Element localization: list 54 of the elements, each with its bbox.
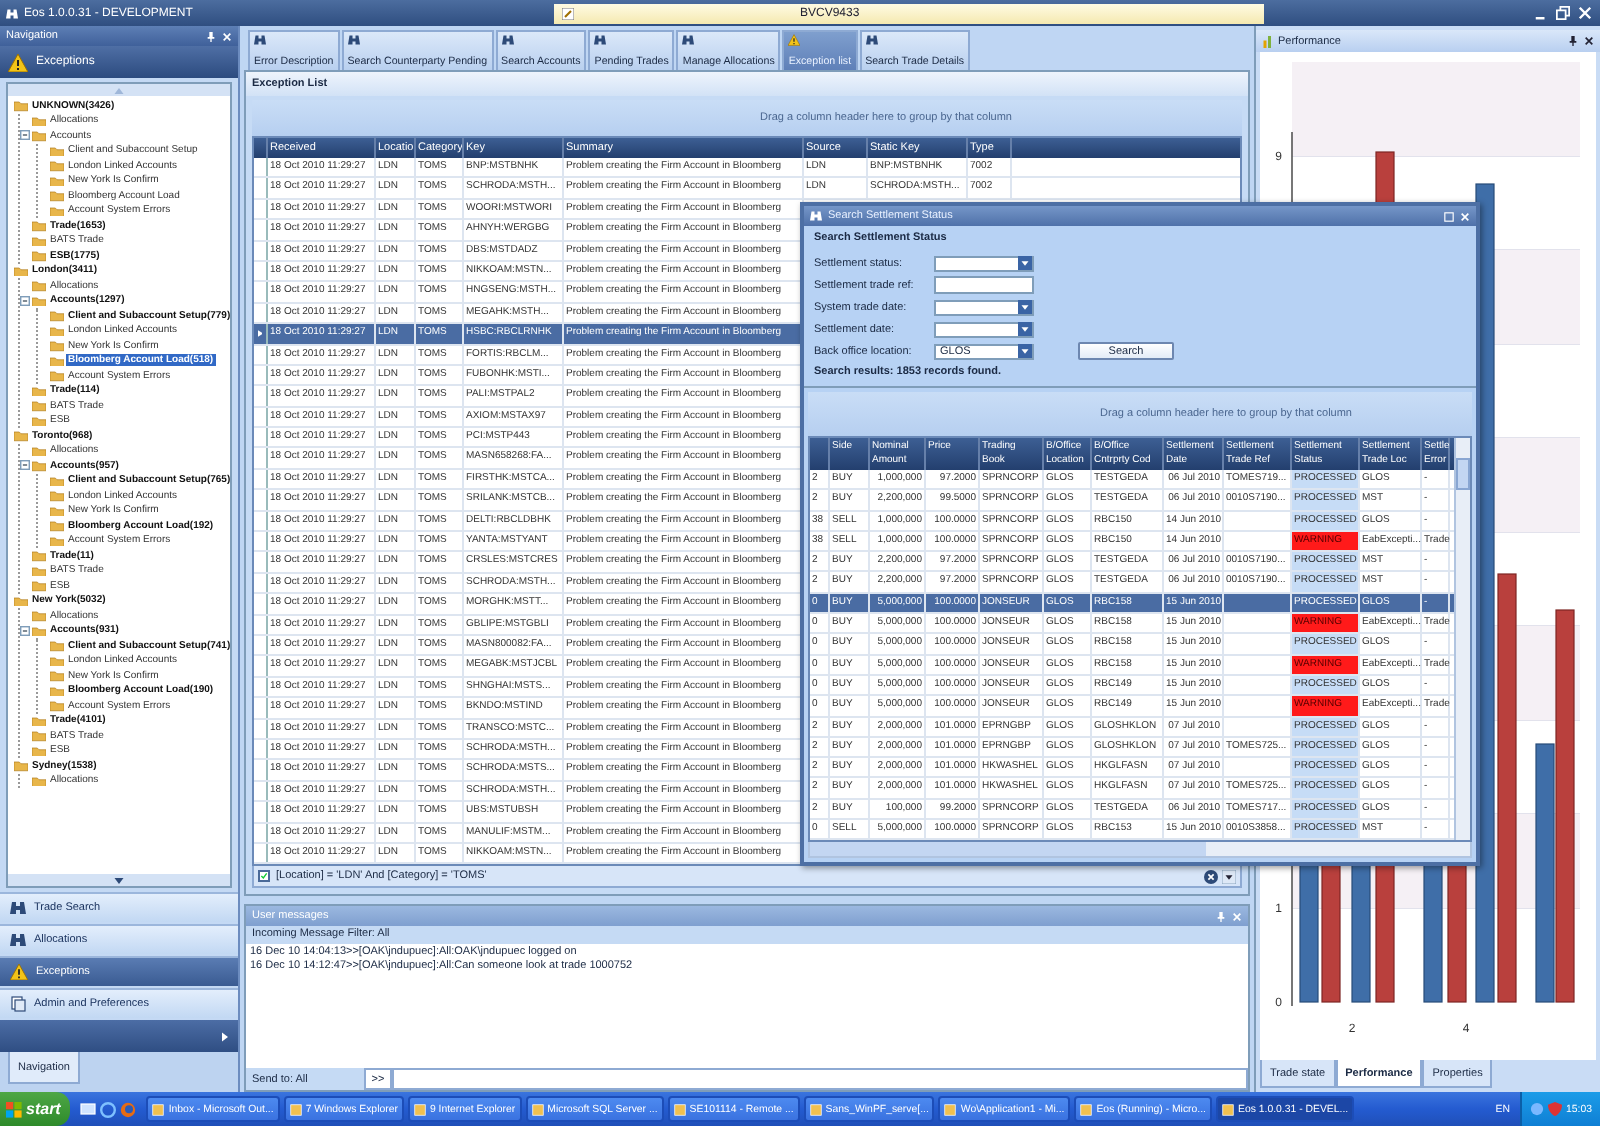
dropdown-field[interactable] [934, 299, 1034, 315]
window-icon [413, 1103, 426, 1115]
app-icon [810, 210, 822, 222]
close-icon[interactable] [1584, 36, 1594, 46]
binoculars-icon [254, 34, 266, 46]
input-field[interactable] [934, 276, 1034, 294]
pin-icon[interactable] [1568, 36, 1578, 46]
app-icon [6, 7, 18, 19]
dropdown-field[interactable] [934, 255, 1034, 271]
dropdown-icon[interactable] [1018, 300, 1032, 314]
collapse-icon[interactable] [20, 295, 30, 306]
collapse-icon[interactable] [20, 460, 30, 471]
warning-icon [10, 964, 28, 980]
binoculars-icon [865, 34, 878, 46]
binoculars-icon [594, 34, 607, 46]
chevron-right-icon[interactable] [222, 1031, 228, 1041]
filter-checkbox[interactable] [258, 870, 270, 883]
scroll-down-icon[interactable] [114, 877, 124, 883]
window-icon [673, 1103, 686, 1115]
dropdown-icon[interactable] [1018, 344, 1032, 358]
pin-icon[interactable] [206, 31, 216, 41]
collapse-icon[interactable] [20, 130, 30, 141]
window-icon [809, 1103, 822, 1115]
binoculars-icon [347, 34, 360, 46]
dropdown-icon[interactable] [1018, 322, 1032, 336]
window-icon [944, 1103, 957, 1115]
dropdown-icon[interactable] [1222, 869, 1236, 884]
start-button[interactable]: start [0, 1092, 71, 1126]
row-pointer-icon [257, 330, 263, 338]
document-icon [10, 996, 26, 1012]
restore-icon[interactable] [1556, 6, 1570, 20]
dropdown-icon[interactable] [1018, 256, 1032, 270]
binoculars-icon [501, 34, 514, 46]
window-icon [1080, 1103, 1093, 1115]
binoculars-icon [10, 900, 26, 916]
pencil-icon [562, 7, 574, 19]
window-icon [1222, 1103, 1234, 1115]
warning-icon [8, 53, 28, 71]
window-icon [531, 1103, 544, 1115]
window-icon [152, 1103, 165, 1115]
bar-chart-icon [1262, 35, 1274, 47]
warning-icon [788, 34, 801, 46]
binoculars-icon [10, 932, 26, 948]
window-icon [289, 1103, 302, 1115]
message-input[interactable] [392, 1068, 1248, 1090]
dropdown-field[interactable] [934, 321, 1034, 337]
horizontal-scrollbar[interactable] [808, 842, 1472, 859]
collapse-icon[interactable] [20, 625, 30, 636]
vertical-scrollbar[interactable] [1454, 438, 1470, 841]
clear-filter-icon[interactable] [1204, 869, 1218, 884]
desktop-icon[interactable] [80, 1101, 97, 1117]
windows-flag-icon [6, 1101, 22, 1117]
binoculars-icon [682, 34, 695, 46]
restore-icon[interactable] [1444, 211, 1454, 221]
